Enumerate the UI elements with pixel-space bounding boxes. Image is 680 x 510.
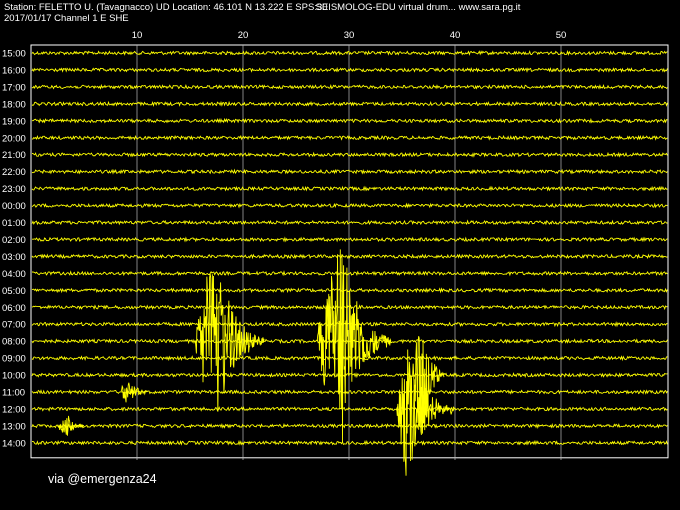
hour-label: 11:00 <box>2 388 25 399</box>
hour-label: 08:00 <box>2 337 26 348</box>
hour-trace <box>31 168 668 175</box>
hour-trace <box>31 270 668 277</box>
earthquake-event-trace <box>194 273 265 412</box>
earthquake-event-trace <box>316 249 392 443</box>
hour-label: 09:00 <box>2 354 26 365</box>
hour-label: 12:00 <box>2 404 26 415</box>
hour-label: 23:00 <box>2 184 26 195</box>
hour-label: 20:00 <box>2 133 26 144</box>
hour-trace <box>31 253 668 260</box>
hour-label: 22:00 <box>2 167 26 178</box>
hour-label: 17:00 <box>2 82 26 93</box>
hour-trace <box>31 355 668 362</box>
hour-trace <box>31 185 668 192</box>
hour-trace <box>31 202 668 209</box>
hour-label: 02:00 <box>2 235 26 246</box>
hour-trace <box>31 151 668 158</box>
hour-trace <box>31 236 668 243</box>
seismic-traces <box>31 49 668 476</box>
hour-label: 16:00 <box>2 65 26 76</box>
hour-trace <box>31 371 668 379</box>
hour-label: 14:00 <box>2 438 26 449</box>
hour-label: 07:00 <box>2 320 26 331</box>
hour-label: 03:00 <box>2 252 26 263</box>
hour-trace <box>31 67 668 73</box>
hour-trace <box>31 117 668 124</box>
hour-label: 00:00 <box>2 201 26 212</box>
hour-label: 19:00 <box>2 116 26 127</box>
hour-label: 18:00 <box>2 99 26 110</box>
hour-label: 01:00 <box>2 218 26 229</box>
hour-label: 04:00 <box>2 269 26 280</box>
hour-trace <box>31 422 668 429</box>
hour-label: 13:00 <box>2 421 26 432</box>
hour-label: 15:00 <box>2 49 26 60</box>
hour-label: 06:00 <box>2 303 26 314</box>
hour-trace <box>31 406 668 412</box>
hour-label: 10:00 <box>2 371 26 382</box>
hour-label: 21:00 <box>2 150 26 161</box>
hour-labels: 15:00 16:00 17:00 18:00 19:00 20:00 21:00 22:00… <box>2 49 26 450</box>
hour-trace <box>31 83 668 90</box>
hour-trace <box>31 100 668 107</box>
hour-trace <box>31 439 668 446</box>
source-caption: via @emergenza24 <box>48 472 157 486</box>
hour-trace <box>31 49 668 56</box>
hour-trace <box>31 134 668 141</box>
hour-label: 05:00 <box>2 286 26 297</box>
hour-trace <box>31 219 668 226</box>
seismogram-drum: 15:00 16:00 17:00 18:00 19:00 20:00 21:00 22:00… <box>2 44 669 476</box>
